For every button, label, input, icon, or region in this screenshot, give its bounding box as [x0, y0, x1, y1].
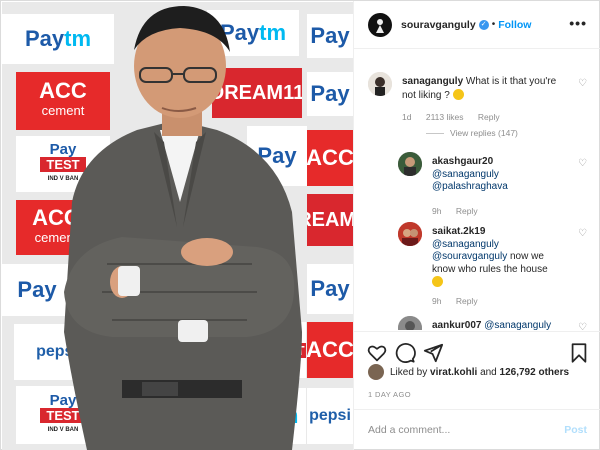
- post-username[interactable]: souravganguly: [401, 19, 476, 31]
- comment-time: 1d: [402, 112, 412, 122]
- share-icon[interactable]: [422, 342, 444, 364]
- add-comment-bar: Post: [354, 409, 600, 450]
- comment-heart-icon[interactable]: ♡: [578, 228, 588, 239]
- mention-link[interactable]: @palashraghava: [432, 181, 508, 192]
- avatar[interactable]: [368, 364, 384, 380]
- grinning-face-icon: [432, 276, 443, 287]
- avatar-photo-icon: [368, 72, 392, 96]
- post-header: souravganguly ✓ • Follow •••: [354, 1, 600, 49]
- avatar[interactable]: [398, 316, 422, 330]
- reply-button[interactable]: Reply: [456, 206, 478, 216]
- bookmark-icon[interactable]: [568, 342, 590, 364]
- mention-link[interactable]: @souravganguly: [432, 251, 507, 262]
- comment-icon[interactable]: [394, 342, 416, 364]
- comment-username[interactable]: aankur007: [432, 320, 481, 330]
- comments-list[interactable]: sanaganguly What is it that you're not l…: [354, 50, 600, 330]
- divider-line: [426, 133, 444, 135]
- mention-link[interactable]: @sanaganguly: [432, 169, 499, 180]
- comment-text: sanaganguly What is it that you're not l…: [402, 76, 567, 102]
- avatar-silhouette-icon: [376, 18, 384, 33]
- separator-dot: •: [491, 19, 496, 30]
- liked-by-user[interactable]: virat.kohli: [430, 367, 477, 378]
- comment-input[interactable]: [368, 424, 565, 436]
- reply-item: akashgaur20 @sanaganguly @palashraghava …: [398, 152, 588, 222]
- comment-username[interactable]: sanaganguly: [402, 76, 463, 87]
- post-image[interactable]: Pay tm ACC cement Pay TEST IND V BAN ACC ceme…: [2, 2, 353, 450]
- reply-item: saikat.2k19 @sanaganguly @souravganguly …: [398, 222, 588, 312]
- follow-button[interactable]: Follow: [498, 19, 531, 31]
- avatar-photo-icon: [398, 152, 422, 176]
- reply-button[interactable]: Reply: [456, 296, 478, 306]
- comment-meta: 1d 2113 likes Reply: [402, 112, 512, 122]
- comment-time: 9h: [432, 206, 442, 216]
- view-replies-label: View replies (147): [450, 128, 518, 138]
- mention-link[interactable]: @sanaganguly: [432, 239, 499, 250]
- avatar-photo-icon: [398, 222, 422, 246]
- instagram-post: Pay tm ACC cement Pay TEST IND V BAN ACC ceme…: [0, 0, 600, 450]
- likes-prefix: Liked by: [390, 366, 428, 378]
- face-with-rolling-eyes-icon: [452, 88, 464, 100]
- comment-text: saikat.2k19 @sanaganguly @souravganguly …: [432, 226, 562, 290]
- comment-username[interactable]: akashgaur20: [432, 156, 493, 167]
- reply-button[interactable]: Reply: [478, 112, 500, 122]
- comment-heart-icon[interactable]: ♡: [578, 322, 588, 330]
- comment-time: 9h: [432, 296, 442, 306]
- post-timestamp[interactable]: 1 DAY AGO: [368, 390, 411, 399]
- avatar[interactable]: [368, 12, 392, 37]
- comment-username[interactable]: saikat.2k19: [432, 226, 485, 237]
- post-comment-button[interactable]: Post: [564, 424, 587, 436]
- likes-summary: Liked by virat.kohli and 126,792 others: [368, 364, 569, 380]
- mention-link[interactable]: @sanaganguly: [484, 320, 551, 330]
- verified-icon: ✓: [478, 19, 489, 30]
- heart-icon[interactable]: [366, 342, 388, 364]
- comment-likes[interactable]: 2113 likes: [426, 112, 464, 122]
- comment-meta: 9h Reply: [432, 206, 490, 216]
- likes-count[interactable]: 126,792 others: [500, 367, 570, 378]
- comment-item: sanaganguly What is it that you're not l…: [368, 72, 588, 162]
- comment-text: aankur007 @sanaganguly: [432, 320, 572, 330]
- reply-item: aankur007 @sanaganguly ♡: [398, 316, 588, 330]
- avatar[interactable]: [398, 152, 422, 176]
- avatar[interactable]: [368, 72, 392, 96]
- avatar-photo-icon: [398, 316, 422, 330]
- comment-meta: 9h Reply: [432, 296, 490, 306]
- avatar[interactable]: [398, 222, 422, 246]
- view-replies-button[interactable]: View replies (147): [426, 128, 518, 138]
- post-sidebar: souravganguly ✓ • Follow ••• sanaganguly…: [353, 1, 600, 450]
- comment-heart-icon[interactable]: ♡: [578, 158, 588, 169]
- comment-text: akashgaur20 @sanaganguly @palashraghava: [432, 156, 562, 194]
- person-figure: [64, 6, 302, 450]
- more-options-icon[interactable]: •••: [569, 15, 587, 31]
- comment-heart-icon[interactable]: ♡: [578, 78, 588, 89]
- likes-connector: and: [480, 366, 497, 378]
